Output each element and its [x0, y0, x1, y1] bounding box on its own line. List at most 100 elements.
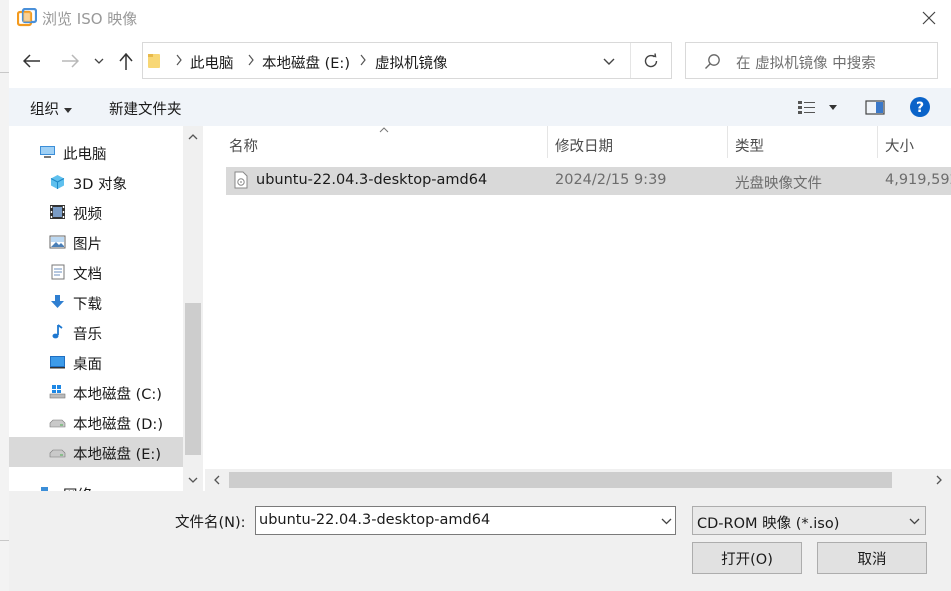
search-icon [705, 54, 720, 69]
sidebar-item-label: 图片 [73, 237, 102, 253]
filename-label: 文件名(N): [175, 515, 246, 531]
window-title: 浏览 ISO 映像 [42, 10, 138, 28]
breadcrumb-current-folder[interactable]: 虚拟机镜像 [375, 52, 448, 73]
documents-icon [51, 264, 65, 280]
organize-label: 组织 [30, 102, 59, 118]
sidebar-item-label: 文档 [73, 267, 102, 283]
sidebar-item-label: 音乐 [73, 327, 102, 343]
scroll-down-icon[interactable] [188, 477, 198, 483]
scrollbar-thumb[interactable] [185, 303, 201, 455]
file-name-cell: ubuntu-22.04.3-desktop-amd64 [256, 172, 488, 188]
sidebar-item-label: 本地磁盘 (D:) [73, 417, 163, 433]
scroll-left-icon[interactable] [214, 475, 220, 485]
folder-icon [148, 54, 160, 68]
filename-input[interactable]: ubuntu-22.04.3-desktop-amd64 [255, 506, 676, 535]
view-options-icon[interactable] [797, 100, 817, 114]
chevron-down-icon [909, 518, 920, 525]
new-folder-button[interactable]: 新建文件夹 [109, 98, 182, 119]
chevron-down-icon[interactable] [661, 518, 672, 525]
music-icon [52, 324, 63, 339]
close-button[interactable] [910, 2, 948, 34]
arrow-right-icon [62, 54, 79, 68]
sidebar-item-label: 3D 对象 [73, 177, 127, 193]
breadcrumb-separator-icon [248, 54, 254, 66]
file-type-cell: 光盘映像文件 [735, 176, 822, 192]
column-header-name[interactable]: 名称 [229, 135, 258, 156]
help-icon[interactable]: ? [909, 96, 931, 118]
search-box[interactable]: 在 虚拟机镜像 中搜索 [685, 42, 938, 79]
sidebar-item-3d-objects[interactable]: 3D 对象 [9, 167, 183, 197]
arrow-left-icon [23, 54, 40, 68]
arrow-up-icon [119, 53, 133, 70]
drive-icon [49, 449, 66, 458]
address-bar[interactable]: 此电脑 本地磁盘 (E:) 虚拟机镜像 [142, 42, 672, 79]
sidebar-item-this-pc[interactable]: 此电脑 [9, 137, 183, 167]
sidebar-item-label: 本地磁盘 (E:) [73, 447, 161, 463]
address-history-chevron-icon[interactable] [603, 58, 615, 66]
sidebar-item-documents[interactable]: 文档 [9, 257, 183, 287]
sidebar-item-videos[interactable]: 视频 [9, 197, 183, 227]
sidebar-item-label: 网络 [63, 484, 92, 491]
sort-ascending-icon [379, 127, 389, 133]
video-icon [50, 205, 65, 219]
up-button[interactable] [113, 49, 139, 75]
breadcrumb-this-pc[interactable]: 此电脑 [190, 52, 234, 73]
open-button[interactable]: 打开(O) [692, 542, 802, 574]
drive-icon [49, 419, 66, 428]
desktop-background-strip [0, 0, 9, 591]
3d-objects-icon [50, 175, 65, 189]
sidebar-item-label: 下载 [73, 297, 102, 313]
chevron-down-icon [94, 58, 104, 64]
file-list-horizontal-scrollbar[interactable] [205, 469, 951, 491]
recent-locations-dropdown[interactable] [88, 48, 110, 74]
breadcrumb-drive-e[interactable]: 本地磁盘 (E:) [262, 52, 350, 73]
sidebar-item-label: 视频 [73, 207, 102, 223]
refresh-icon[interactable] [643, 53, 659, 69]
sidebar-item-drive-d[interactable]: 本地磁盘 (D:) [9, 407, 183, 437]
sidebar-item-downloads[interactable]: 下载 [9, 287, 183, 317]
sidebar-item-music[interactable]: 音乐 [9, 317, 183, 347]
scrollbar-thumb[interactable] [229, 472, 892, 488]
drive-c-icon [49, 385, 66, 399]
preview-pane-icon[interactable] [865, 100, 885, 115]
table-row[interactable]: ubuntu-22.04.3-desktop-amd64 2024/2/15 9… [226, 167, 951, 195]
sidebar-item-label: 桌面 [73, 357, 102, 373]
breadcrumb-separator-icon [360, 54, 366, 66]
back-button[interactable] [19, 48, 45, 74]
filetype-select[interactable]: CD-ROM 映像 (*.iso) [692, 506, 926, 535]
close-icon [922, 11, 936, 25]
computer-icon [40, 146, 55, 158]
title-bar [9, 0, 951, 36]
downloads-icon [51, 295, 64, 308]
disc-image-file-icon [234, 171, 248, 189]
command-toolbar: 组织 新建文件夹 ? [9, 88, 951, 126]
desktop-icon [50, 356, 65, 369]
file-size-cell: 4,919,592 [885, 172, 951, 188]
cancel-button[interactable]: 取消 [817, 542, 927, 574]
column-header-size[interactable]: 大小 [885, 135, 914, 156]
sidebar-item-label: 本地磁盘 (C:) [73, 387, 162, 403]
navigation-pane[interactable]: 此电脑 3D 对象 视频 图片 文档 下载 音乐 桌面 本地磁盘 (C:) 本地… [9, 126, 203, 491]
column-header-type[interactable]: 类型 [735, 135, 764, 156]
sidebar-item-drive-e[interactable]: 本地磁盘 (E:) [9, 437, 183, 467]
filename-value: ubuntu-22.04.3-desktop-amd64 [259, 512, 491, 528]
column-divider[interactable] [727, 126, 728, 158]
column-header-date[interactable]: 修改日期 [555, 135, 613, 156]
scroll-right-icon[interactable] [936, 475, 942, 485]
breadcrumb-separator-icon [176, 54, 182, 66]
scroll-up-icon[interactable] [188, 134, 198, 140]
sidebar-item-drive-c[interactable]: 本地磁盘 (C:) [9, 377, 183, 407]
sidebar-item-label: 此电脑 [63, 147, 107, 163]
column-divider[interactable] [547, 126, 548, 158]
navigation-pane-scrollbar[interactable] [183, 126, 203, 491]
column-divider[interactable] [877, 126, 878, 158]
search-placeholder: 在 虚拟机镜像 中搜索 [736, 56, 876, 72]
sidebar-item-network[interactable]: 网络 [9, 478, 183, 491]
organize-menu[interactable]: 组织 [30, 98, 72, 119]
caret-down-icon [63, 107, 72, 113]
sidebar-item-desktop[interactable]: 桌面 [9, 347, 183, 377]
view-options-caret-icon[interactable] [829, 105, 837, 110]
file-date-cell: 2024/2/15 9:39 [555, 172, 667, 188]
forward-button[interactable] [57, 48, 83, 74]
sidebar-item-pictures[interactable]: 图片 [9, 227, 183, 257]
